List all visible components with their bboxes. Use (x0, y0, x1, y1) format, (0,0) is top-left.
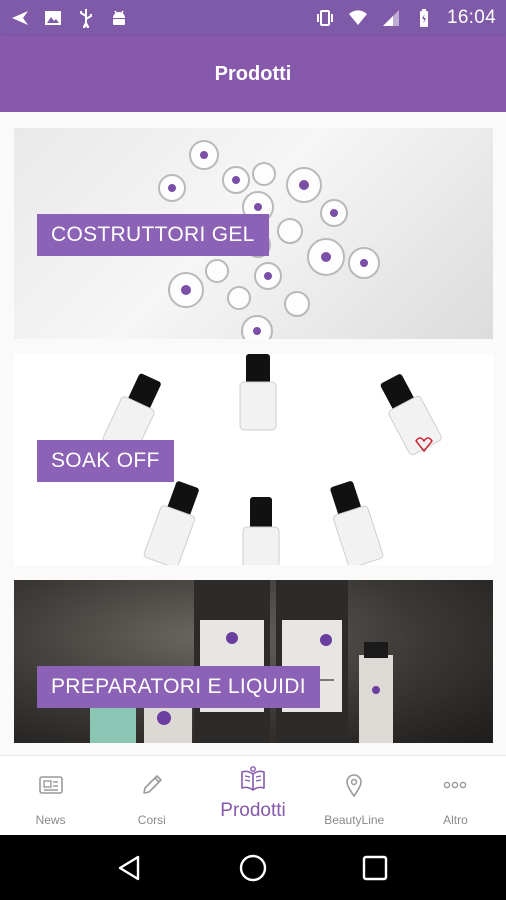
back-icon[interactable] (114, 851, 148, 885)
category-label: SOAK OFF (37, 440, 174, 482)
nav-label: BeautyLine (324, 813, 385, 827)
battery-icon (419, 9, 428, 27)
system-navigation-bar (0, 835, 506, 900)
nav-item-prodotti[interactable]: Prodotti (202, 756, 303, 836)
book-icon (241, 766, 265, 791)
category-card-soak-off[interactable]: SOAK OFF (14, 354, 493, 565)
category-card-costruttori-gel[interactable]: COSTRUTTORI GEL (14, 128, 493, 339)
status-time: 16:04 (446, 7, 496, 28)
status-bar-left (10, 8, 129, 28)
status-bar-right: 16:04 (315, 7, 496, 29)
recents-icon[interactable] (358, 851, 392, 885)
android-icon (113, 10, 125, 25)
map-pin-icon (346, 774, 363, 798)
pencil-icon (142, 775, 162, 794)
nav-item-news[interactable]: News (0, 756, 101, 836)
more-dots-icon (444, 781, 467, 789)
nav-label: Prodotti (220, 800, 286, 821)
usb-icon (80, 9, 92, 28)
nav-label: Corsi (137, 813, 166, 827)
nav-item-beautyline[interactable]: BeautyLine (304, 756, 405, 836)
category-label: COSTRUTTORI GEL (37, 214, 269, 256)
vibrate-icon (316, 10, 333, 26)
nav-label: News (35, 813, 66, 827)
nav-item-corsi[interactable]: Corsi (101, 756, 202, 836)
page-title: Prodotti (214, 62, 292, 85)
status-bar: 16:04 (0, 0, 506, 36)
app-bar: Prodotti (0, 36, 506, 112)
category-label: PREPARATORI E LIQUIDI (37, 666, 320, 708)
send-icon (12, 11, 28, 25)
nav-item-altro[interactable]: Altro (405, 756, 506, 836)
wifi-icon (348, 10, 367, 25)
category-list: COSTRUTTORI GEL SOAK OFF PREPARATORI E L… (0, 112, 506, 755)
image-icon (45, 11, 61, 25)
category-card-preparatori-e-liquidi[interactable]: PREPARATORI E LIQUIDI (14, 580, 493, 743)
bottom-navigation: News Corsi Prodotti BeautyLine Altro (0, 755, 506, 836)
nav-label: Altro (443, 813, 468, 827)
home-icon[interactable] (236, 851, 270, 885)
signal-icon (382, 10, 399, 26)
liquid-bottles-image (90, 580, 393, 743)
news-icon (38, 776, 63, 794)
